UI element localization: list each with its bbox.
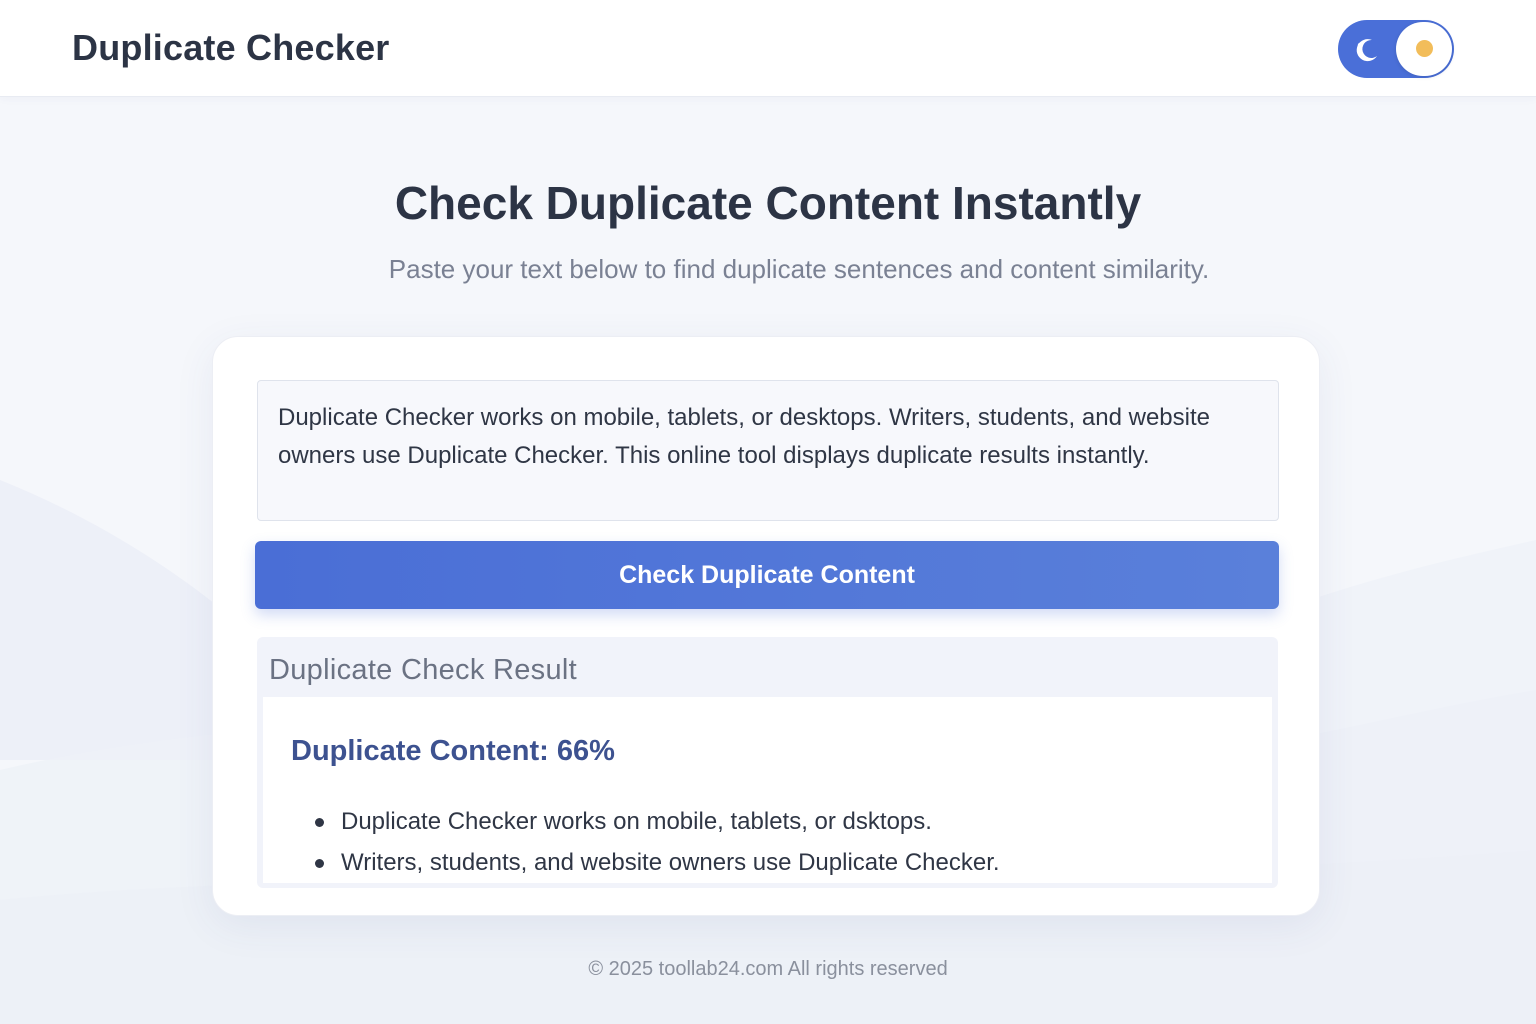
- result-panel: Duplicate Check Result Duplicate Content…: [257, 637, 1278, 888]
- page-subtitle: Paste your text below to find duplicate …: [388, 254, 1210, 284]
- content-input[interactable]: [257, 380, 1279, 521]
- theme-toggle[interactable]: [1338, 20, 1454, 78]
- result-title: Duplicate Check Result: [269, 654, 578, 686]
- check-duplicate-button[interactable]: Check Duplicate Content: [255, 541, 1279, 609]
- duplicate-sentence-list: Duplicate Checker works on mobile, table…: [315, 801, 1255, 883]
- duplicate-sentence: Writers, students, and website owners us…: [341, 849, 1000, 876]
- brand-title[interactable]: Duplicate Checker: [72, 27, 390, 69]
- footer-copyright: © 2025 toollab24.com All rights reserved: [588, 958, 948, 980]
- moon-icon: [1356, 39, 1377, 62]
- duplicate-sentence: Duplicate Checker works on mobile, table…: [341, 808, 932, 835]
- bullet-icon: [315, 818, 324, 827]
- theme-toggle-knob[interactable]: [1396, 22, 1452, 76]
- top-header: Duplicate Checker: [0, 0, 1536, 97]
- checker-card: Check Duplicate Content Duplicate Check …: [212, 336, 1320, 916]
- page-title: Check Duplicate Content Instantly: [394, 177, 1142, 229]
- result-body: Duplicate Content: 66% Duplicate Checker…: [263, 697, 1272, 883]
- bullet-icon: [315, 859, 324, 868]
- list-item: Writers, students, and website owners us…: [315, 842, 1255, 883]
- duplicate-percentage: Duplicate Content: 66%: [291, 735, 615, 767]
- list-item: Duplicate Checker works on mobile, table…: [315, 801, 1255, 842]
- sun-icon: [1416, 40, 1433, 57]
